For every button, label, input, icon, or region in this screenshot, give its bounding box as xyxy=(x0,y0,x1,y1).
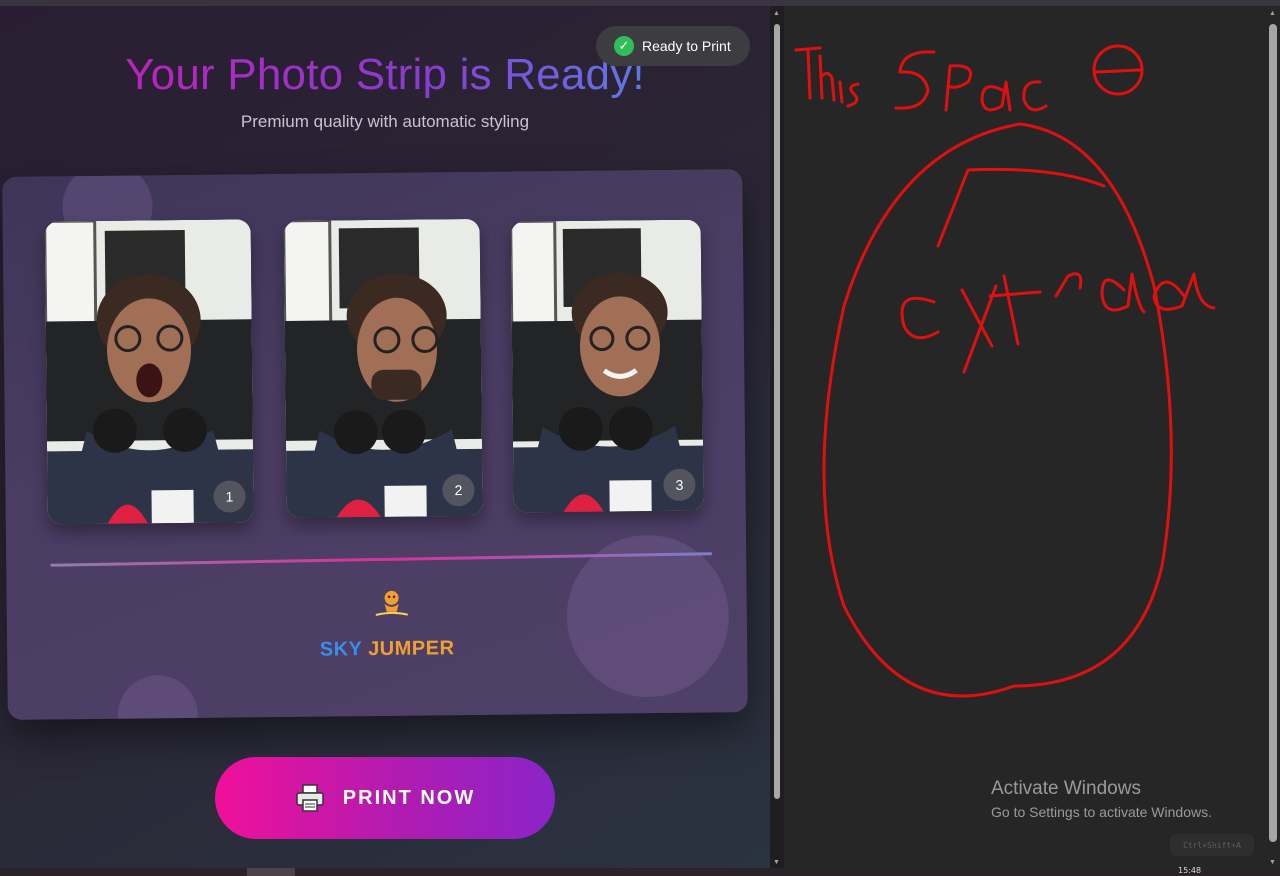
print-now-label: PRINT NOW xyxy=(342,786,476,809)
decor-bubble xyxy=(117,674,199,720)
photo-1-image xyxy=(44,219,254,525)
decor-bubble xyxy=(565,534,730,698)
photo-number-badge: 2 xyxy=(442,473,475,507)
status-badge: ✓ Ready to Print xyxy=(596,26,750,66)
scroll-up-arrow-icon[interactable]: ▲ xyxy=(773,10,780,17)
status-badge-label: Ready to Print xyxy=(642,38,731,54)
jumper-mascot-icon xyxy=(375,590,409,616)
photo-strip-card: 1 2 3 SKY JUMPER xyxy=(2,169,748,720)
print-now-button[interactable]: PRINT NOW xyxy=(215,757,555,839)
photo-booth-app: Your Photo Strip is Ready! Premium quali… xyxy=(0,6,770,868)
scroll-up-arrow-icon[interactable]: ▲ xyxy=(1269,10,1276,17)
photo-number-badge: 3 xyxy=(663,468,696,501)
scrollbar-thumb[interactable] xyxy=(774,24,780,799)
shortcut-hint: Ctrl+Shift+A xyxy=(1170,834,1254,856)
taskbar-strip: 15:48 xyxy=(0,866,1280,876)
scroll-down-arrow-icon[interactable]: ▼ xyxy=(773,859,780,866)
check-icon: ✓ xyxy=(614,36,634,56)
left-scrollbar[interactable]: ▲ ▼ xyxy=(770,6,784,868)
scrollbar-thumb[interactable] xyxy=(1269,24,1277,842)
photo-frame-1[interactable]: 1 xyxy=(44,219,254,525)
taskbar-clock: 15:48 xyxy=(1178,866,1202,875)
taskbar-item[interactable] xyxy=(247,868,295,876)
activate-windows-title: Activate Windows xyxy=(991,778,1141,799)
brand-word-jumper: JUMPER xyxy=(368,637,455,661)
scroll-down-arrow-icon[interactable]: ▼ xyxy=(1269,859,1276,866)
photo-frame-3[interactable]: 3 xyxy=(510,219,704,513)
printer-icon xyxy=(296,784,324,812)
activate-windows-subtitle: Go to Settings to activate Windows. xyxy=(991,804,1212,820)
page-subtitle: Premium quality with automatic styling xyxy=(240,112,530,131)
brand-word-sky: SKY xyxy=(319,638,363,661)
photo-number-badge: 1 xyxy=(213,480,246,513)
hand-drawn-annotation xyxy=(794,44,1216,698)
annotation-panel: Activate Windows Go to Settings to activ… xyxy=(784,6,1280,868)
photo-2-image xyxy=(283,218,483,518)
right-scrollbar[interactable]: ▲ ▼ xyxy=(1266,6,1280,868)
photo-frame-2[interactable]: 2 xyxy=(283,218,483,518)
